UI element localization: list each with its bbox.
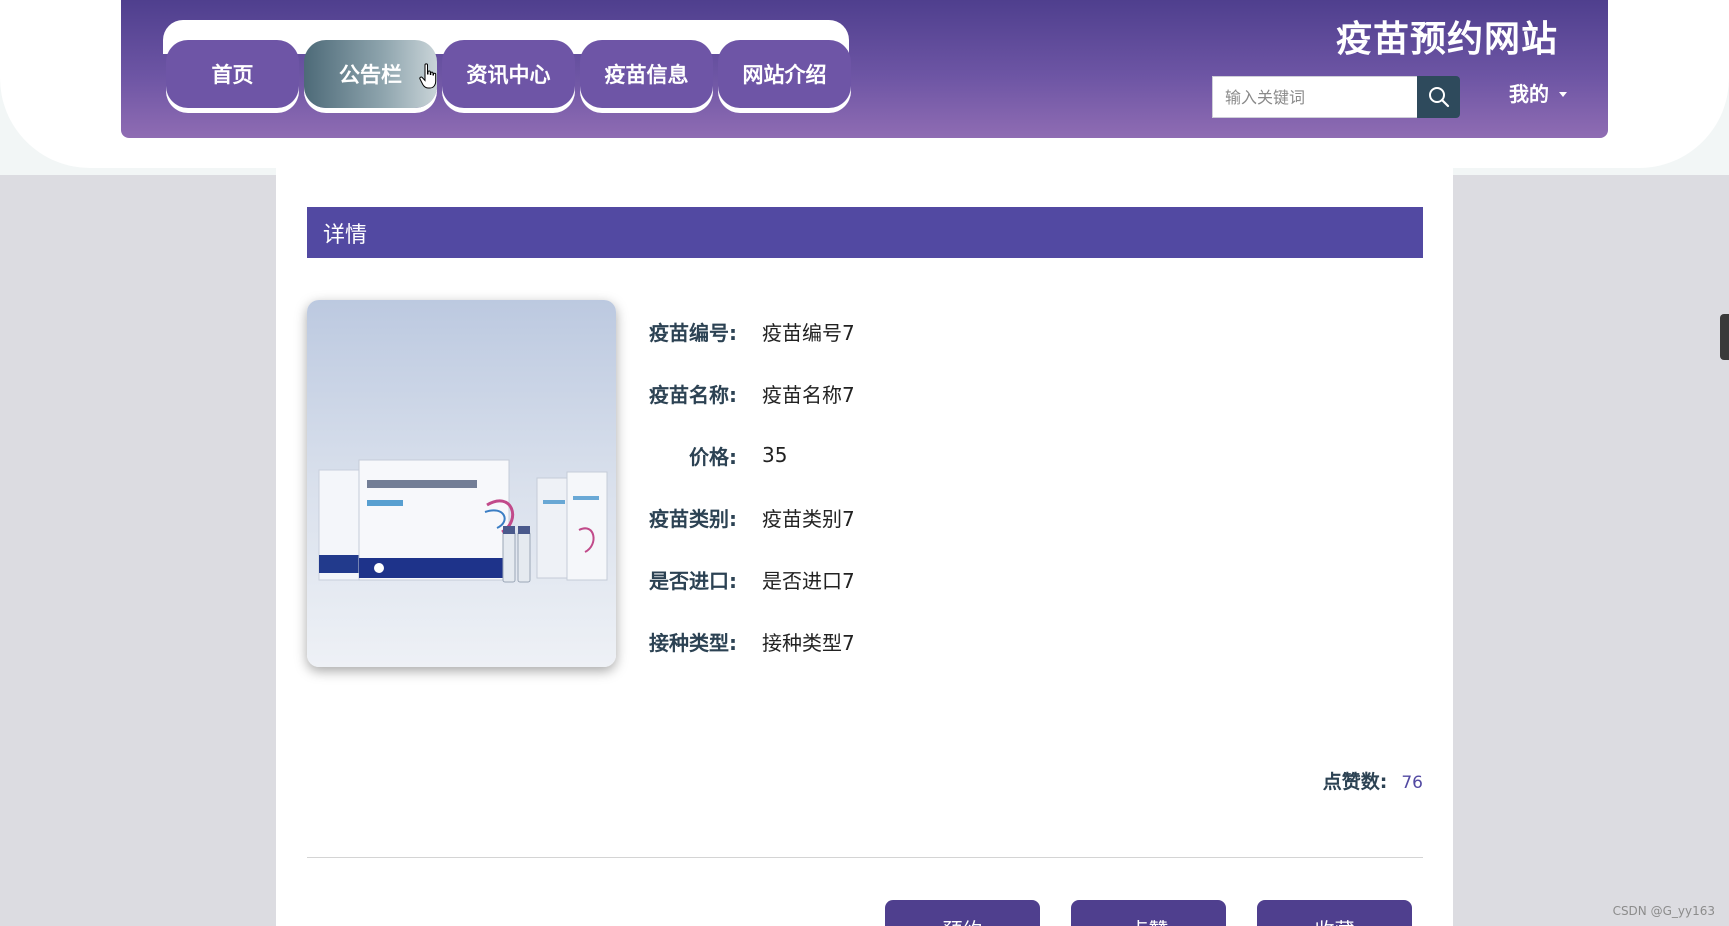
search-input[interactable] [1212, 76, 1417, 118]
field-label: 接种类型: [649, 630, 737, 655]
field-value: 疫苗名称7 [762, 382, 855, 407]
field-label: 疫苗类别: [649, 506, 737, 531]
side-drawer-handle[interactable] [1720, 314, 1729, 360]
action-buttons: 预约 点赞 收藏 [885, 900, 1412, 926]
field-label: 疫苗编号: [649, 320, 737, 345]
nav-announcements[interactable]: 公告栏 [304, 40, 437, 108]
field-label: 是否进口: [649, 568, 737, 593]
vaccine-product-image [307, 300, 616, 667]
hand-cursor-icon [419, 63, 437, 89]
field-vaccine-number: 疫苗编号: 疫苗编号7 [626, 300, 855, 362]
like-count-label: 点赞数: [1322, 771, 1388, 793]
book-button[interactable]: 预约 [885, 900, 1040, 926]
field-vaccine-category: 疫苗类别: 疫苗类别7 [626, 486, 855, 548]
vaccine-box-illustration [318, 459, 608, 583]
field-value: 是否进口7 [762, 568, 855, 593]
section-title: 详情 [307, 207, 1423, 258]
favorite-button[interactable]: 收藏 [1257, 900, 1412, 926]
panel-top [276, 168, 1453, 175]
detail-panel: 详情 疫苗编号: 疫苗编号7 疫苗名称: 疫苗名称7 价格: 35 疫苗类别: … [276, 175, 1453, 926]
nav-home[interactable]: 首页 [166, 40, 299, 108]
divider [307, 857, 1423, 858]
like-count-value: 76 [1401, 773, 1423, 793]
field-label: 疫苗名称: [649, 382, 737, 407]
field-value: 35 [762, 443, 788, 467]
nav-site-intro[interactable]: 网站介绍 [718, 40, 851, 108]
vaccine-fields: 疫苗编号: 疫苗编号7 疫苗名称: 疫苗名称7 价格: 35 疫苗类别: 疫苗类… [626, 300, 855, 672]
search-icon [1428, 87, 1449, 108]
search-box [1212, 76, 1460, 118]
field-value: 接种类型7 [762, 630, 855, 655]
field-value: 疫苗类别7 [762, 506, 855, 531]
nav-news-center[interactable]: 资讯中心 [442, 40, 575, 108]
site-title: 疫苗预约网站 [1335, 19, 1558, 60]
search-button[interactable] [1417, 76, 1460, 118]
caret-down-icon [1559, 91, 1567, 97]
my-account-menu[interactable]: 我的 [1509, 78, 1567, 107]
field-price: 价格: 35 [626, 424, 855, 486]
like-button[interactable]: 点赞 [1071, 900, 1226, 926]
field-imported: 是否进口: 是否进口7 [626, 548, 855, 610]
field-vaccination-type: 接种类型: 接种类型7 [626, 610, 855, 672]
watermark: CSDN @G_yy163 [1612, 904, 1715, 918]
field-label: 价格: [689, 444, 737, 469]
site-header: 首页 公告栏 资讯中心 疫苗信息 网站介绍 疫苗预约网站 我的 [121, 0, 1608, 138]
main-nav: 首页 公告栏 资讯中心 疫苗信息 网站介绍 [166, 40, 851, 108]
field-vaccine-name: 疫苗名称: 疫苗名称7 [626, 362, 855, 424]
field-value: 疫苗编号7 [762, 320, 855, 345]
like-count: 点赞数: 76 [1323, 767, 1423, 794]
nav-vaccine-info[interactable]: 疫苗信息 [580, 40, 713, 108]
my-account-label: 我的 [1509, 82, 1549, 106]
